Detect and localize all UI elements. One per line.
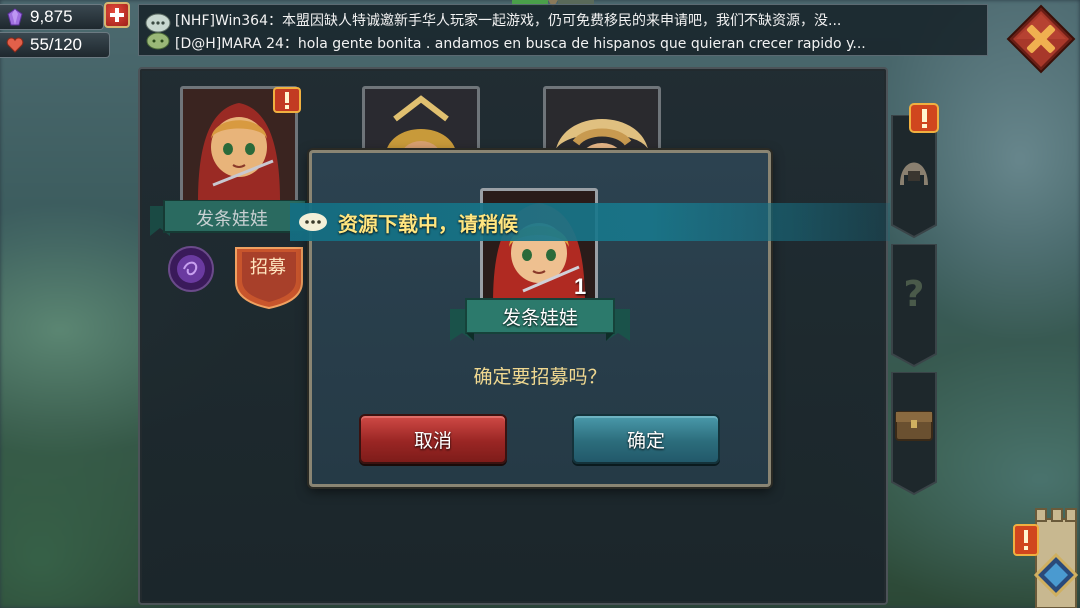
gem-icon — [7, 8, 23, 26]
alert-flag-icon — [1013, 524, 1039, 556]
ellipsis-bubble-icon — [299, 213, 327, 231]
heart-icon — [6, 37, 24, 53]
confirm-question: 确定要招募吗？ — [473, 366, 607, 388]
gems-value: 9,875 — [30, 7, 73, 26]
gems-counter: 9,875 — [0, 4, 104, 30]
confirm-button[interactable]: 确定 — [572, 414, 720, 464]
question-icon: ? — [904, 274, 925, 315]
svg-text:?: ? — [904, 274, 925, 315]
loading-text: 资源下载中，请稍候 — [338, 211, 518, 236]
loading-banner: 资源下载中，请稍候 — [290, 203, 890, 241]
add-gems-button[interactable] — [104, 2, 130, 28]
alert-flag-icon — [909, 103, 939, 133]
treasure-chest-icon — [895, 411, 933, 441]
dialog-hero-name: 发条娃娃 — [501, 307, 578, 329]
soul-orb-icon[interactable] — [166, 244, 216, 294]
alert-flag-icon — [273, 87, 301, 113]
chat-bubble-icon — [145, 13, 171, 50]
cancel-button[interactable]: 取消 — [359, 414, 507, 464]
hero-name: 发条娃娃 — [196, 209, 268, 230]
chat-panel[interactable]: [NHF]Win364：本盟因缺人特诚邀新手华人玩家一起游戏，仍可免费移民的来申… — [138, 4, 988, 56]
tab-help[interactable]: ? — [890, 244, 938, 368]
chat-message: [NHF]Win364：本盟因缺人特诚邀新手华人玩家一起游戏，仍可免费移民的来申… — [175, 13, 842, 29]
plus-icon — [110, 8, 124, 22]
chat-message: [D@H]MARA 24：hola gente bonita . andamos… — [175, 36, 866, 52]
castle-shortcut-button[interactable] — [1000, 505, 1080, 608]
stamina-value: 55/120 — [30, 35, 82, 54]
tab-chest[interactable] — [890, 372, 938, 496]
close-button[interactable] — [1006, 4, 1076, 74]
recruit-label: 招募 — [250, 257, 286, 278]
stamina-counter: 55/120 — [0, 32, 110, 58]
